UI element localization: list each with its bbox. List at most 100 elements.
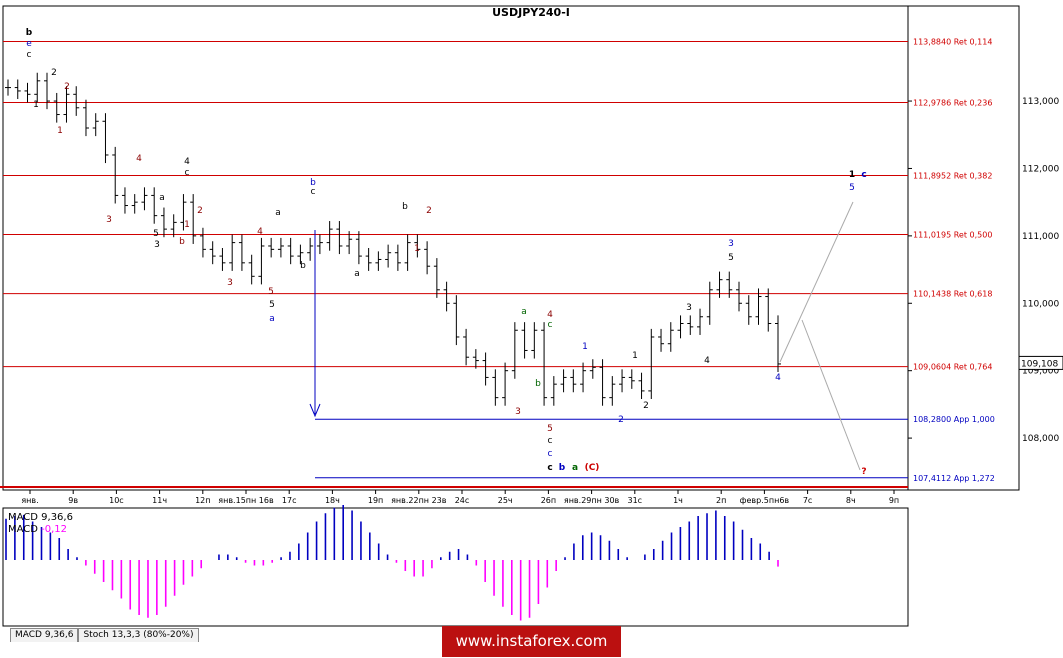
wave-label: b xyxy=(535,379,541,389)
wave-label: 1 xyxy=(33,100,39,110)
x-tick-label: 26п xyxy=(541,496,556,505)
x-tick-label: 25ч xyxy=(498,496,513,505)
y-tick-label: 111,000 xyxy=(1022,232,1059,242)
wave-label: c xyxy=(861,170,866,180)
wave-label: 1 xyxy=(414,244,420,254)
wave-label: 1 xyxy=(184,220,190,230)
tab-macd[interactable]: MACD 9,36,6 xyxy=(10,628,79,642)
macd-name-text: MACD xyxy=(8,524,41,535)
wave-label: 1 xyxy=(632,351,638,361)
wave-label: 5 xyxy=(153,229,159,239)
y-tick-label: 108,000 xyxy=(1022,434,1059,444)
x-tick-label: февр.5пн6в xyxy=(740,496,790,505)
wave-label: a xyxy=(354,269,360,279)
wave-label: 1 xyxy=(57,126,63,136)
x-tick-label: 18ч xyxy=(325,496,340,505)
wave-label: b xyxy=(402,202,408,212)
x-tick-label: 11ч xyxy=(152,496,167,505)
wave-label: 1 xyxy=(849,170,855,180)
y-tick-label: 110,000 xyxy=(1022,299,1059,309)
level-label: 107,4112 App 1,272 xyxy=(913,474,995,483)
wave-label: e xyxy=(26,39,32,49)
macd-value-label: MACD -0,12 xyxy=(8,524,67,535)
x-tick-label: 9в xyxy=(68,496,78,505)
wave-label: b xyxy=(26,28,33,38)
wave-label-major: (C) xyxy=(585,463,600,473)
level-label: 110,1438 Ret 0,618 xyxy=(913,290,992,299)
chart-title: USDJPY240-I xyxy=(492,6,570,19)
wave-label: 2 xyxy=(643,401,649,411)
wave-label: 4 xyxy=(775,373,781,383)
y-tick-label: 113,000 xyxy=(1022,97,1059,107)
macd-value-text: -0,12 xyxy=(41,524,67,535)
wave-label: b xyxy=(300,261,306,271)
wave-label: 5 xyxy=(268,287,274,297)
wave-label: c xyxy=(311,187,316,197)
wave-label: 3 xyxy=(227,278,233,288)
x-tick-label: 1ч xyxy=(673,496,683,505)
wave-label: a xyxy=(521,307,527,317)
level-label: 111,8952 Ret 0,382 xyxy=(913,172,992,181)
wave-label: 4 xyxy=(547,310,553,320)
wave-label: c xyxy=(185,168,190,178)
x-tick-label: 17с xyxy=(282,496,297,505)
wave-label: a xyxy=(159,193,165,203)
x-tick-label: янв.15пн 16в xyxy=(218,496,274,505)
wave-label: 3 xyxy=(154,240,160,250)
x-tick-label: 10с xyxy=(109,496,124,505)
level-label: 111,0195 Ret 0,500 xyxy=(913,231,992,240)
wave-label: 4 xyxy=(704,356,710,366)
wave-label: 2 xyxy=(197,206,203,216)
wave-label: 5 xyxy=(269,300,275,310)
time-axis: янв. 9в 10с 11ч 12п янв.15пн 16в 17с 18ч 19п янв.… xyxy=(21,490,899,505)
x-tick-label: 9п xyxy=(889,496,899,505)
wave-label: 1 xyxy=(582,342,588,352)
wave-label: c xyxy=(548,436,553,446)
wave-label: b xyxy=(179,237,185,247)
wave-label: 2 xyxy=(51,68,57,78)
wave-label: 2 xyxy=(64,82,70,92)
x-tick-label: 8ч xyxy=(846,496,856,505)
indicator-tabs: MACD 9,36,6 Stoch 13,3,3 (80%-20%) xyxy=(10,628,199,642)
wave-label: c xyxy=(548,320,553,330)
wave-label: c xyxy=(548,449,553,459)
instaforex-banner[interactable]: www.instaforex.com xyxy=(442,626,621,657)
x-tick-label: 7с xyxy=(803,496,813,505)
level-label: 109,0604 Ret 0,764 xyxy=(913,363,992,372)
level-label: 108,2800 App 1,000 xyxy=(913,415,995,424)
wave-label-major: b xyxy=(559,463,566,473)
x-tick-label: янв.22пн 23в xyxy=(391,496,447,505)
x-tick-label: 2п xyxy=(716,496,726,505)
macd-label: MACD 9,36,6 xyxy=(8,512,73,523)
x-tick-label: янв. xyxy=(21,496,38,505)
wave-label: c xyxy=(27,50,32,60)
level-label: 113,8840 Ret 0,114 xyxy=(913,37,992,46)
wave-label: 3 xyxy=(515,407,521,417)
chart-window: USDJPY240-I 113,8840 Ret 0,114 112,9786 R… xyxy=(0,0,1063,658)
x-tick-label: 19п xyxy=(368,496,383,505)
wave-label: 5 xyxy=(849,183,855,193)
wave-label: 5 xyxy=(728,253,734,263)
wave-label: 3 xyxy=(728,239,734,249)
level-label: 112,9786 Ret 0,236 xyxy=(913,98,992,107)
wave-label: a xyxy=(269,314,275,324)
question-mark: ? xyxy=(861,467,866,477)
x-tick-label: янв.29пн 30в xyxy=(564,496,620,505)
price-chart: USDJPY240-I 113,8840 Ret 0,114 112,9786 R… xyxy=(0,5,1063,627)
wave-label: 4 xyxy=(257,227,263,237)
y-tick-label: 112,000 xyxy=(1022,164,1059,174)
tab-stoch[interactable]: Stoch 13,3,3 (80%-20%) xyxy=(78,628,199,642)
current-price-label: 109,108 xyxy=(1021,359,1058,369)
wave-label-major: a xyxy=(572,463,578,473)
wave-label: 3 xyxy=(686,303,692,313)
wave-label: a xyxy=(275,208,281,218)
x-tick-label: 12п xyxy=(195,496,210,505)
wave-label: 3 xyxy=(106,215,112,225)
x-tick-label: 24с xyxy=(455,496,470,505)
wave-label: 4 xyxy=(136,154,142,164)
wave-label-major: c xyxy=(547,463,552,473)
wave-label: 2 xyxy=(426,206,432,216)
wave-label: 5 xyxy=(547,424,553,434)
wave-label: 2 xyxy=(618,415,624,425)
x-tick-label: 31с xyxy=(628,496,643,505)
